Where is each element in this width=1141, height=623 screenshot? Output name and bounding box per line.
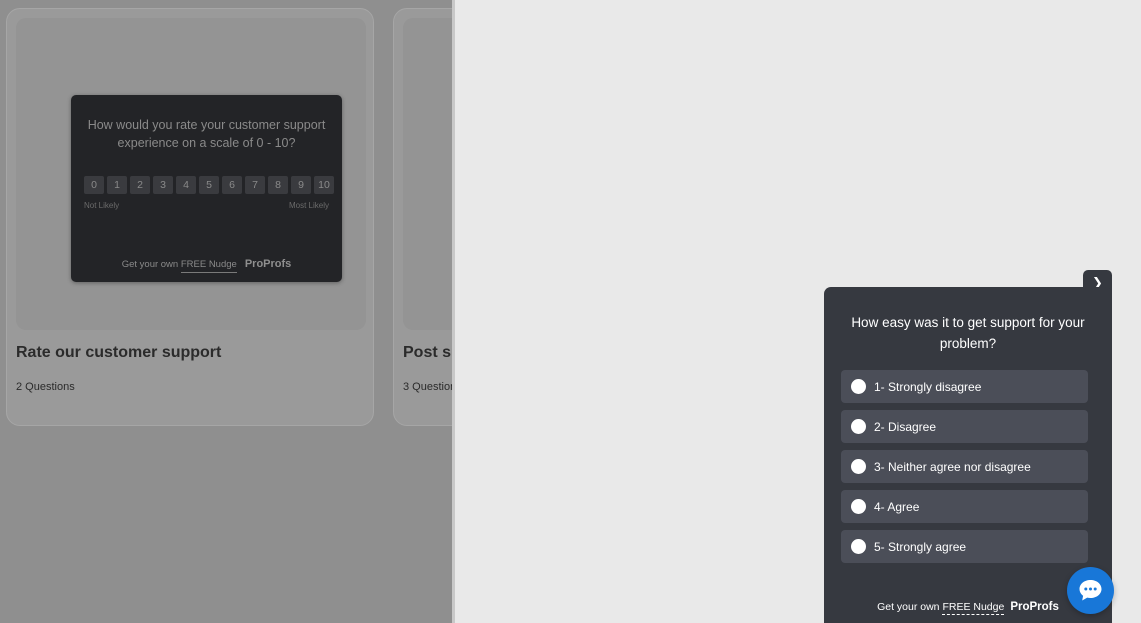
template-card-title: Rate our customer support <box>16 344 222 361</box>
free-nudge-link[interactable]: FREE Nudge <box>942 601 1005 615</box>
nps-score-4: 4 <box>176 176 196 194</box>
panel-divider <box>452 0 455 623</box>
survey-option-label: 1- Strongly disagree <box>874 379 982 394</box>
nps-score-10: 10 <box>314 176 334 194</box>
template-card-question-count: 3 Question <box>403 381 452 393</box>
nps-score-8: 8 <box>268 176 288 194</box>
template-preview <box>403 18 452 330</box>
radio-button[interactable] <box>851 419 866 434</box>
radio-button[interactable] <box>851 539 866 554</box>
proprofs-logo: ProProfs <box>1010 601 1059 613</box>
chat-launcher-button[interactable] <box>1067 567 1114 614</box>
survey-options: 1- Strongly disagree 2- Disagree 3- Neit… <box>841 370 1088 570</box>
radio-button[interactable] <box>851 379 866 394</box>
nps-scale: 0 1 2 3 4 5 6 7 8 9 10 <box>84 176 334 194</box>
nps-question: How would you rate your customer support… <box>87 118 326 150</box>
survey-question: How easy was it to get support for your … <box>851 315 1085 351</box>
template-card-post-support[interactable]: Post su 3 Question <box>393 8 452 426</box>
template-card-rate-support[interactable]: How would you rate your customer support… <box>6 8 374 426</box>
survey-option-label: 4- Agree <box>874 499 920 514</box>
radio-button[interactable] <box>851 459 866 474</box>
nps-score-3: 3 <box>153 176 173 194</box>
nps-score-5: 5 <box>199 176 219 194</box>
survey-option-2[interactable]: 2- Disagree <box>841 410 1088 443</box>
proprofs-logo: ProProfs <box>244 258 292 270</box>
survey-option-4[interactable]: 4- Agree <box>841 490 1088 523</box>
survey-option-label: 3- Neither agree nor disagree <box>874 459 1031 474</box>
chat-bubble-icon <box>1079 580 1102 601</box>
survey-option-5[interactable]: 5- Strongly agree <box>841 530 1088 563</box>
survey-option-label: 5- Strongly agree <box>874 539 967 554</box>
nps-score-9: 9 <box>291 176 311 194</box>
nps-score-6: 6 <box>222 176 242 194</box>
nps-low-label: Not Likely <box>84 201 120 210</box>
survey-footer-prefix: Get your own <box>877 601 943 613</box>
template-card-question-count: 2 Questions <box>16 381 75 393</box>
nps-footer: Get your own FREE Nudge ProProfs <box>71 258 342 273</box>
survey-popup: How easy was it to get support for your … <box>824 287 1112 623</box>
nps-high-label: Most Likely <box>288 201 329 210</box>
nps-footer-prefix: Get your own <box>121 259 181 270</box>
nps-score-1: 1 <box>107 176 127 194</box>
survey-option-3[interactable]: 3- Neither agree nor disagree <box>841 450 1088 483</box>
survey-option-1[interactable]: 1- Strongly disagree <box>841 370 1088 403</box>
nps-footer-link: FREE Nudge <box>180 259 237 273</box>
survey-option-label: 2- Disagree <box>874 419 937 434</box>
template-gallery-overlay: How would you rate your customer support… <box>0 0 452 623</box>
template-preview: How would you rate your customer support… <box>16 18 366 330</box>
template-card-title: Post su <box>403 344 452 361</box>
survey-footer: Get your own FREE Nudge ProProfs <box>824 601 1112 615</box>
nps-preview-widget: How would you rate your customer support… <box>71 95 342 282</box>
nps-score-2: 2 <box>130 176 150 194</box>
radio-button[interactable] <box>851 499 866 514</box>
nps-score-0: 0 <box>84 176 104 194</box>
nps-score-7: 7 <box>245 176 265 194</box>
